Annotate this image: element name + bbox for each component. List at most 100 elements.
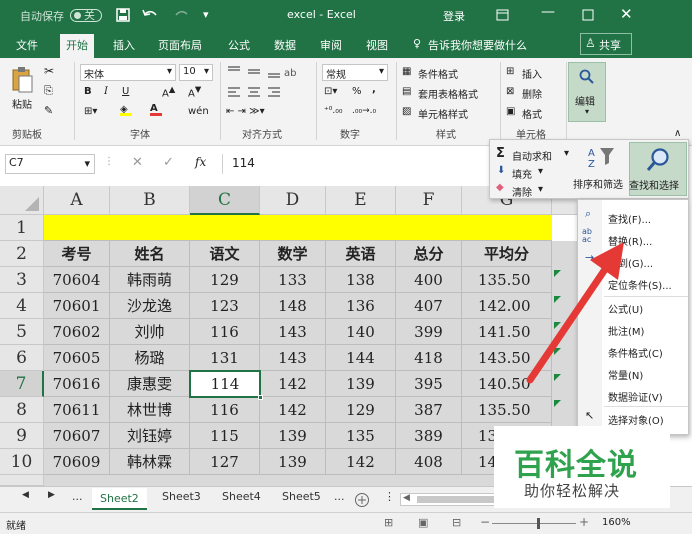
data-cell[interactable]: 116 [190, 397, 260, 423]
row-header[interactable]: 6 [0, 345, 44, 371]
data-cell[interactable]: 116 [190, 319, 260, 345]
data-cell[interactable]: 139 [260, 449, 326, 475]
delete-cells-button[interactable]: 删除 [522, 86, 542, 101]
close-icon[interactable]: ✕ [620, 5, 633, 23]
normal-view-icon[interactable]: ⊞ [384, 516, 393, 529]
enter-icon[interactable]: ✓ [163, 155, 174, 170]
data-cell[interactable]: 115 [190, 423, 260, 449]
data-cell[interactable]: 70601 [44, 293, 110, 319]
data-cell[interactable]: 70605 [44, 345, 110, 371]
zoom-slider-thumb[interactable] [537, 518, 540, 529]
cell-style-button[interactable]: 单元格样式 [418, 106, 468, 121]
col-header-f[interactable]: F [396, 186, 462, 215]
row-header[interactable] [0, 475, 44, 486]
underline-button[interactable]: U [122, 86, 129, 97]
minimize-icon[interactable]: — [541, 4, 555, 20]
data-cell[interactable]: 400 [396, 267, 462, 293]
data-cell[interactable]: 70611 [44, 397, 110, 423]
tab-page-layout[interactable]: 页面布局 [158, 37, 202, 53]
clear-button[interactable]: 清除 [512, 184, 532, 199]
data-cell[interactable]: 70616 [44, 371, 110, 397]
share-button[interactable]: ♙ 共享 [580, 33, 632, 55]
data-cell[interactable]: 399 [396, 319, 462, 345]
zoom-level[interactable]: 160% [602, 517, 631, 528]
data-cell[interactable]: 387 [396, 397, 462, 423]
data-cell[interactable]: 杨璐 [110, 345, 190, 371]
data-cell[interactable]: 395 [396, 371, 462, 397]
tab-insert[interactable]: 插入 [113, 37, 135, 53]
login-link[interactable]: 登录 [443, 8, 465, 24]
tab-file[interactable]: 文件 [16, 37, 38, 53]
data-cell[interactable]: 407 [396, 293, 462, 319]
editing-button[interactable]: 编辑 ▾ [568, 62, 606, 122]
currency-icon[interactable]: ⊡▾ [324, 86, 337, 97]
data-cell[interactable]: 沙龙逸 [110, 293, 190, 319]
data-cell[interactable]: 韩雨萌 [110, 267, 190, 293]
data-cell[interactable]: 142 [260, 397, 326, 423]
sheet-tab-sheet5[interactable]: Sheet5 [282, 490, 321, 503]
data-cell[interactable]: 408 [396, 449, 462, 475]
data-cell[interactable]: 129 [190, 267, 260, 293]
tab-home[interactable]: 开始 [60, 34, 94, 58]
italic-button[interactable]: I [104, 86, 108, 97]
col-header-e[interactable]: E [326, 186, 396, 215]
indent-icons[interactable]: ⇤ ⇥ ≫▾ [226, 106, 265, 117]
tab-formulas[interactable]: 公式 [228, 37, 250, 53]
sheet-tab-more[interactable]: ... [334, 490, 345, 503]
save-icon[interactable] [116, 8, 130, 22]
shrink-font-icon[interactable]: A▼ [188, 84, 201, 99]
col-header-a[interactable]: A [44, 186, 110, 215]
zoom-slider[interactable] [492, 523, 576, 524]
scroll-right-icon[interactable]: ▶ [48, 490, 55, 500]
horizontal-align-icons[interactable] [226, 85, 298, 101]
sheet-tab-sheet4[interactable]: Sheet4 [222, 490, 261, 503]
data-cell[interactable]: 144 [326, 345, 396, 371]
cancel-icon[interactable]: ✕ [132, 155, 143, 170]
find-select-button[interactable]: 查找和选择 [629, 142, 687, 196]
row-header[interactable]: 2 [0, 241, 44, 267]
data-cell[interactable]: 133 [260, 267, 326, 293]
percent-button[interactable]: % [352, 86, 362, 97]
sheet-tab-more[interactable]: ... [72, 490, 83, 503]
data-cell[interactable]: 138 [326, 267, 396, 293]
scroll-left-icon[interactable]: ◀ [22, 490, 29, 500]
selected-cell-c7[interactable]: 114 [189, 370, 263, 400]
page-break-icon[interactable]: ⊟ [452, 516, 461, 529]
header-cell[interactable]: 考号 [44, 241, 110, 267]
format-cells-button[interactable]: 格式 [522, 106, 542, 121]
menu-item-find[interactable]: 查找(F)... [608, 211, 651, 226]
row-header[interactable]: 8 [0, 397, 44, 423]
customize-qat-icon[interactable]: ▾ [203, 8, 209, 21]
zoom-in-icon[interactable]: + [579, 515, 589, 529]
tell-me-search[interactable]: 告诉我你想要做什么 [428, 37, 527, 53]
data-cell[interactable]: 131 [190, 345, 260, 371]
select-all-corner[interactable] [0, 186, 44, 215]
font-color-icon[interactable]: A [150, 103, 162, 116]
split-icon[interactable]: ⋮ [384, 490, 395, 503]
header-cell[interactable]: 语文 [190, 241, 260, 267]
data-cell[interactable]: 刘钰婷 [110, 423, 190, 449]
data-cell[interactable]: 142 [260, 371, 326, 397]
data-cell[interactable]: 129 [326, 397, 396, 423]
sheet-tab-sheet2[interactable]: Sheet2 [92, 488, 147, 510]
data-cell[interactable]: 136 [326, 293, 396, 319]
comma-button[interactable]: , [372, 84, 376, 95]
vertical-align-icons[interactable]: ab [226, 64, 298, 80]
col-header-d[interactable]: D [260, 186, 326, 215]
data-cell[interactable]: 70604 [44, 267, 110, 293]
fill-color-icon[interactable]: ◈ [120, 104, 132, 116]
data-cell[interactable]: 143 [260, 319, 326, 345]
header-cell[interactable]: 英语 [326, 241, 396, 267]
data-cell[interactable]: 127 [190, 449, 260, 475]
data-cell[interactable]: 123 [190, 293, 260, 319]
maximize-icon[interactable] [582, 9, 594, 21]
number-format-select[interactable]: 常规 ▾ [322, 64, 388, 81]
tab-view[interactable]: 视图 [366, 37, 388, 53]
cut-icon[interactable]: ✂ [44, 64, 54, 78]
data-cell[interactable]: 韩林霖 [110, 449, 190, 475]
page-layout-icon[interactable]: ▣ [418, 516, 428, 529]
zoom-out-icon[interactable]: − [480, 515, 490, 529]
collapse-ribbon-icon[interactable]: ∧ [674, 128, 681, 139]
data-cell[interactable]: 刘帅 [110, 319, 190, 345]
header-cell[interactable]: 数学 [260, 241, 326, 267]
